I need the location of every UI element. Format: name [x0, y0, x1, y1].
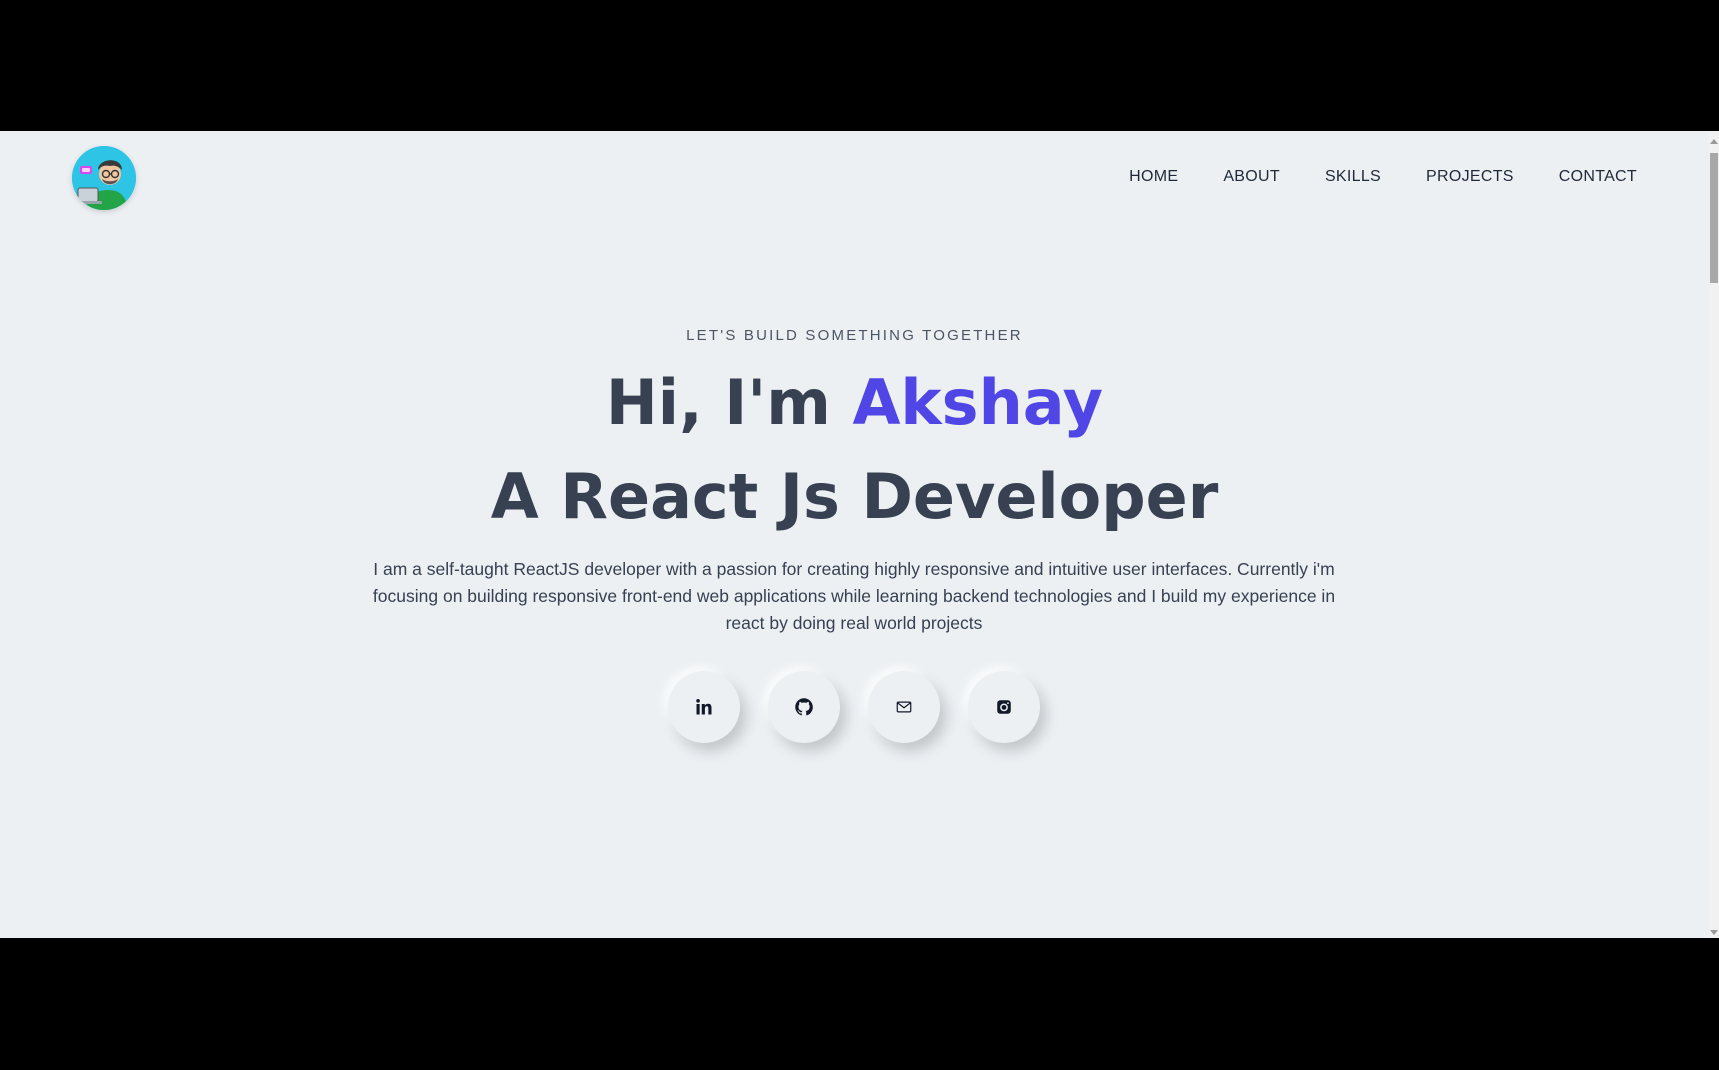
logo-avatar[interactable] [72, 146, 136, 210]
nav-item-contact[interactable]: CONTACT [1559, 168, 1637, 186]
hero-eyebrow: LET'S BUILD SOMETHING TOGETHER [686, 327, 1023, 344]
linkedin-icon [696, 699, 712, 715]
nav-item-home[interactable]: HOME [1129, 168, 1178, 186]
hero-bio: I am a self-taught ReactJS developer wit… [372, 559, 1336, 633]
scroll-up-arrow-icon[interactable] [1710, 139, 1718, 144]
instagram-icon [997, 700, 1011, 714]
mail-button[interactable] [868, 671, 940, 743]
nav-item-skills[interactable]: SKILLS [1325, 168, 1381, 186]
nav-item-about[interactable]: ABOUT [1223, 168, 1280, 186]
nav-item-projects[interactable]: PROJECTS [1426, 168, 1514, 186]
letterbox-bottom [0, 938, 1719, 1070]
main-nav: HOME ABOUT SKILLS PROJECTS CONTACT [1084, 168, 1637, 186]
page-viewport: HOME ABOUT SKILLS PROJECTS CONTACT LET'S… [0, 131, 1719, 938]
linkedin-button[interactable] [668, 671, 740, 743]
greeting-text: Hi, I'm [605, 366, 853, 439]
github-button[interactable] [768, 671, 840, 743]
instagram-button[interactable] [968, 671, 1040, 743]
social-links [668, 671, 1068, 743]
scrollbar-thumb[interactable] [1710, 153, 1718, 283]
hero-greeting-heading: Hi, I'm Akshay [0, 363, 1709, 443]
mail-icon [896, 701, 912, 713]
developer-avatar-icon [72, 146, 136, 210]
scrollbar[interactable] [1709, 131, 1719, 938]
scroll-down-arrow-icon[interactable] [1710, 930, 1718, 935]
hero-role-heading: A React Js Developer [490, 460, 1219, 533]
github-icon [795, 698, 813, 716]
letterbox-top [0, 0, 1719, 131]
hero-name: Akshay [852, 366, 1104, 439]
